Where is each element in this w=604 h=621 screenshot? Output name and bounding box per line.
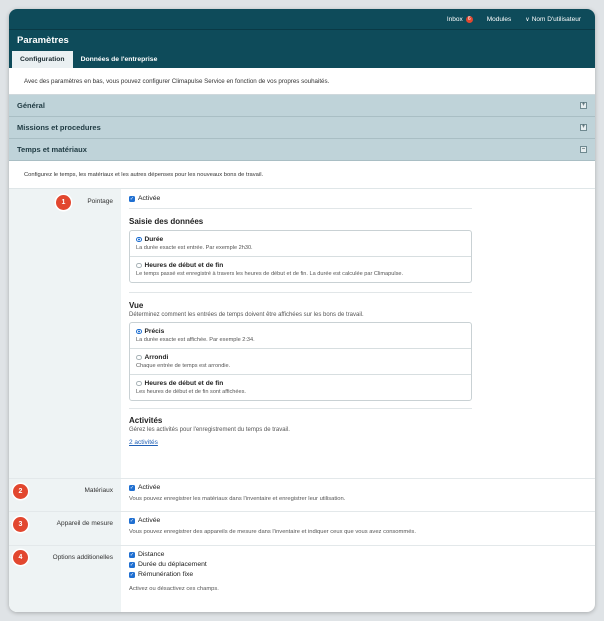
label-column: 4 Options additionelles <box>9 546 121 612</box>
setting-label: Matériaux <box>84 487 113 494</box>
checkbox-label: Distance <box>138 551 165 558</box>
section-time-materials[interactable]: Temps et matériaux – <box>9 139 595 161</box>
checkbox-label: Activée <box>138 484 161 491</box>
user-name: Nom D'utilisateur <box>531 15 581 23</box>
radio-selected-icon[interactable] <box>136 236 142 243</box>
label-column: 2 Matériaux <box>9 479 121 511</box>
option-desc: Les heures de début et de fin sont affic… <box>136 389 246 395</box>
setting-row-materials: 2 Matériaux ✓ Activée Vous pouvez enregi… <box>9 479 595 512</box>
radio-icon[interactable] <box>136 380 142 387</box>
page-title: Paramètres <box>9 29 595 51</box>
checkbox-checked-icon: ✓ <box>129 517 135 524</box>
activities-link[interactable]: 2 activités <box>129 439 158 446</box>
tab-bar: Configuration Données de l'entreprise <box>9 51 595 68</box>
checkbox-label: Rémunération fixe <box>138 571 194 578</box>
option-rounded[interactable]: Arrondi Chaque entrée de temps est arron… <box>130 349 471 375</box>
option-precise[interactable]: Précis La durée exacte est affichée. Par… <box>130 323 471 349</box>
option-title: Durée <box>144 236 164 243</box>
measuring-device-content: ✓ Activée Vous pouvez enregistrer des ap… <box>121 512 595 545</box>
step-marker: 3 <box>13 517 28 532</box>
radio-icon[interactable] <box>136 354 142 361</box>
label-column: 1 Pointage <box>9 189 121 478</box>
tab-configuration[interactable]: Configuration <box>12 51 73 68</box>
inbox-link[interactable]: Inbox 6 <box>446 15 473 23</box>
setting-label: Appareil de mesure <box>56 520 113 527</box>
materials-checkbox[interactable]: ✓ Activée <box>129 484 587 491</box>
section-title: Temps et matériaux <box>17 145 87 154</box>
section-description: Configurez le temps, les matériaux et le… <box>9 161 595 189</box>
section-general[interactable]: Général + <box>9 95 595 117</box>
divider <box>129 292 472 293</box>
data-entry-options: Durée La durée exacte est entrée. Par ex… <box>129 230 472 283</box>
section-title: Missions et procedures <box>17 123 101 132</box>
app-window: Inbox 6 Modules ∨ Nom D'utilisateur Para… <box>9 9 595 612</box>
option-start-end[interactable]: Heures de début et de fin Le temps passé… <box>130 257 471 282</box>
collapse-icon[interactable]: – <box>580 146 587 153</box>
additional-options-content: ✓ Distance ✓ Durée du déplacement ✓ Rému… <box>121 546 595 612</box>
step-marker: 2 <box>13 484 28 499</box>
option-desc: La durée exacte est entrée. Par exemple … <box>136 245 253 251</box>
option-title: Heures de début et de fin <box>144 380 224 387</box>
chevron-down-icon: ∨ <box>525 16 530 23</box>
checkbox-label: Activée <box>138 195 161 202</box>
inbox-label: Inbox <box>446 15 463 23</box>
checkbox-label: Activée <box>138 517 161 524</box>
view-options: Précis La durée exacte est affichée. Par… <box>129 322 472 401</box>
step-marker: 1 <box>56 195 71 210</box>
radio-selected-icon[interactable] <box>136 328 142 335</box>
setting-label: Pointage <box>87 198 113 205</box>
setting-row-additional-options: 4 Options additionelles ✓ Distance ✓ Dur… <box>9 546 595 612</box>
radio-icon[interactable] <box>136 262 142 269</box>
checkbox-label: Durée du déplacement <box>138 561 207 568</box>
pointage-checkbox[interactable]: ✓ Activée <box>129 195 587 202</box>
materials-content: ✓ Activée Vous pouvez enregistrer les ma… <box>121 479 595 511</box>
setting-row-pointage: 1 Pointage ✓ Activée Saisie des données … <box>9 189 595 479</box>
checkbox-checked-icon: ✓ <box>129 561 135 568</box>
expand-icon[interactable]: + <box>580 124 587 131</box>
divider <box>129 408 472 409</box>
view-heading: Vue <box>129 301 144 310</box>
section-missions[interactable]: Missions et procedures + <box>9 117 595 139</box>
activities-heading: Activités <box>129 416 163 425</box>
checkbox-checked-icon: ✓ <box>129 571 135 578</box>
option-distance-checkbox[interactable]: ✓ Distance <box>129 551 587 558</box>
additional-options-description: Activez ou désactivez ces champs. <box>129 586 219 592</box>
option-desc: Chaque entrée de temps est arrondie. <box>136 363 231 369</box>
activities-description: Gérez les activités pour l'enregistremen… <box>129 427 290 433</box>
modules-link[interactable]: Modules <box>487 16 512 23</box>
data-entry-heading: Saisie des données <box>129 217 204 226</box>
option-title: Heures de début et de fin <box>144 262 224 269</box>
option-duration[interactable]: Durée La durée exacte est entrée. Par ex… <box>130 231 471 257</box>
setting-label: Options additionelles <box>52 554 113 561</box>
measuring-device-description: Vous pouvez enregistrer des appareils de… <box>129 529 416 535</box>
checkbox-checked-icon: ✓ <box>129 551 135 558</box>
intro-text: Avec des paramètres en bas, vous pouvez … <box>9 68 595 95</box>
setting-row-measuring-device: 3 Appareil de mesure ✓ Activée Vous pouv… <box>9 512 595 546</box>
step-marker: 4 <box>13 550 28 565</box>
option-travel-duration-checkbox[interactable]: ✓ Durée du déplacement <box>129 561 587 568</box>
option-title: Précis <box>144 328 165 335</box>
materials-description: Vous pouvez enregistrer les matériaux da… <box>129 496 346 502</box>
section-title: Général <box>17 101 45 110</box>
top-navbar: Inbox 6 Modules ∨ Nom D'utilisateur <box>9 9 595 29</box>
label-column: 3 Appareil de mesure <box>9 512 121 545</box>
option-title: Arrondi <box>144 354 169 361</box>
pointage-content: ✓ Activée Saisie des données Durée La du… <box>121 189 595 478</box>
tab-company-data[interactable]: Données de l'entreprise <box>73 51 166 68</box>
view-description: Déterminez comment les entrées de temps … <box>129 312 364 318</box>
option-view-start-end[interactable]: Heures de début et de fin Les heures de … <box>130 375 471 400</box>
option-desc: La durée exacte est affichée. Par exempl… <box>136 337 255 343</box>
expand-icon[interactable]: + <box>580 102 587 109</box>
option-desc: Le temps passé est enregistré à travers … <box>136 271 404 277</box>
divider <box>129 208 472 209</box>
checkbox-checked-icon: ✓ <box>129 195 135 202</box>
user-menu[interactable]: ∨ Nom D'utilisateur <box>525 16 581 23</box>
option-fixed-pay-checkbox[interactable]: ✓ Rémunération fixe <box>129 571 587 578</box>
checkbox-checked-icon: ✓ <box>129 484 135 491</box>
inbox-count-badge: 6 <box>465 15 473 23</box>
measuring-device-checkbox[interactable]: ✓ Activée <box>129 517 587 524</box>
